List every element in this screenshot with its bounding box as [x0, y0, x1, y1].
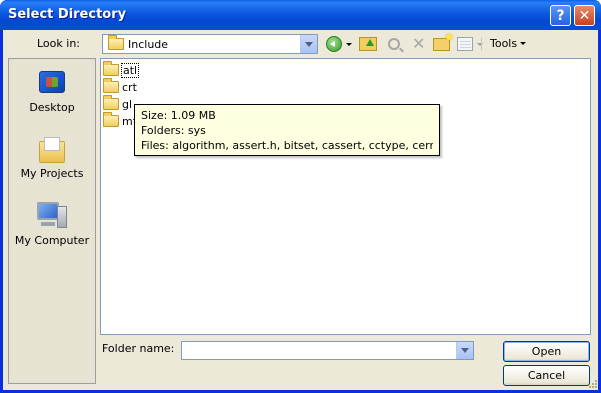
- cancel-button[interactable]: Cancel: [503, 365, 590, 386]
- tooltip-size: Size: 1.09 MB: [141, 109, 216, 122]
- views-icon: [457, 37, 473, 51]
- list-item-name: atl: [121, 62, 140, 78]
- up-folder-icon: [359, 37, 377, 51]
- views-button[interactable]: [457, 35, 483, 53]
- back-button[interactable]: [326, 35, 352, 53]
- chevron-down-icon: [305, 41, 313, 47]
- up-one-level-button[interactable]: [359, 35, 377, 53]
- file-list[interactable]: atl crt gl mfc: [100, 58, 591, 335]
- delete-button[interactable]: ✕: [412, 35, 425, 53]
- title-bar[interactable]: Select Directory ? ✕: [0, 0, 601, 30]
- my-projects-icon: [37, 137, 67, 165]
- folder-name-label: Folder name:: [102, 342, 175, 355]
- folder-icon: [103, 112, 119, 127]
- folder-name-combo[interactable]: [181, 341, 474, 360]
- look-in-value: Include: [128, 38, 169, 51]
- folder-icon: [108, 35, 124, 50]
- list-item[interactable]: crt: [103, 78, 138, 95]
- list-item[interactable]: atl: [103, 61, 140, 78]
- delete-icon: ✕: [412, 34, 426, 53]
- folder-name-dropdown-arrow[interactable]: [456, 342, 473, 359]
- list-item-name: crt: [122, 80, 137, 94]
- tooltip-files: Files: algorithm, assert.h, bitset, cass…: [141, 139, 433, 152]
- folder-info-tooltip: Size: 1.09 MB Folders: sys Files: algori…: [134, 104, 440, 156]
- tools-label: Tools: [490, 37, 518, 50]
- toolbar-separator: [481, 38, 482, 50]
- look-in-label: Look in:: [37, 37, 80, 50]
- place-my-computer[interactable]: My Computer: [9, 200, 95, 247]
- new-folder-button[interactable]: [433, 33, 452, 53]
- back-icon: [326, 36, 342, 52]
- place-my-projects[interactable]: My Projects: [9, 137, 95, 180]
- desktop-icon: [36, 69, 68, 99]
- place-my-computer-label: My Computer: [14, 234, 90, 247]
- search-web-icon: [388, 38, 400, 50]
- tooltip-folders: Folders: sys: [141, 124, 206, 137]
- views-dropdown-icon[interactable]: [477, 42, 483, 46]
- tools-dropdown-icon: [520, 42, 527, 45]
- list-item[interactable]: gl: [103, 95, 133, 112]
- search-web-button[interactable]: [388, 35, 400, 53]
- look-in-combo[interactable]: Include: [102, 34, 318, 54]
- close-button[interactable]: ✕: [574, 5, 595, 26]
- my-computer-icon: [35, 200, 69, 232]
- place-my-projects-label: My Projects: [20, 167, 84, 180]
- folder-icon: [103, 95, 119, 110]
- chevron-down-icon: [461, 348, 469, 353]
- tools-menu-button[interactable]: Tools: [490, 37, 527, 50]
- open-button[interactable]: Open: [503, 341, 590, 362]
- folder-icon: [103, 61, 119, 76]
- list-item-name: gl: [122, 97, 133, 111]
- place-desktop-label: Desktop: [29, 101, 75, 114]
- places-bar: Desktop My Projects My Computer: [8, 58, 96, 384]
- new-folder-icon: [433, 33, 452, 51]
- window-title: Select Directory: [8, 7, 127, 22]
- folder-name-input[interactable]: [182, 342, 456, 359]
- back-dropdown-icon[interactable]: [346, 42, 352, 46]
- look-in-dropdown-arrow[interactable]: [300, 35, 317, 53]
- folder-icon: [103, 78, 119, 93]
- place-desktop[interactable]: Desktop: [9, 69, 95, 114]
- resize-grip[interactable]: [588, 379, 598, 389]
- help-button[interactable]: ?: [550, 5, 571, 26]
